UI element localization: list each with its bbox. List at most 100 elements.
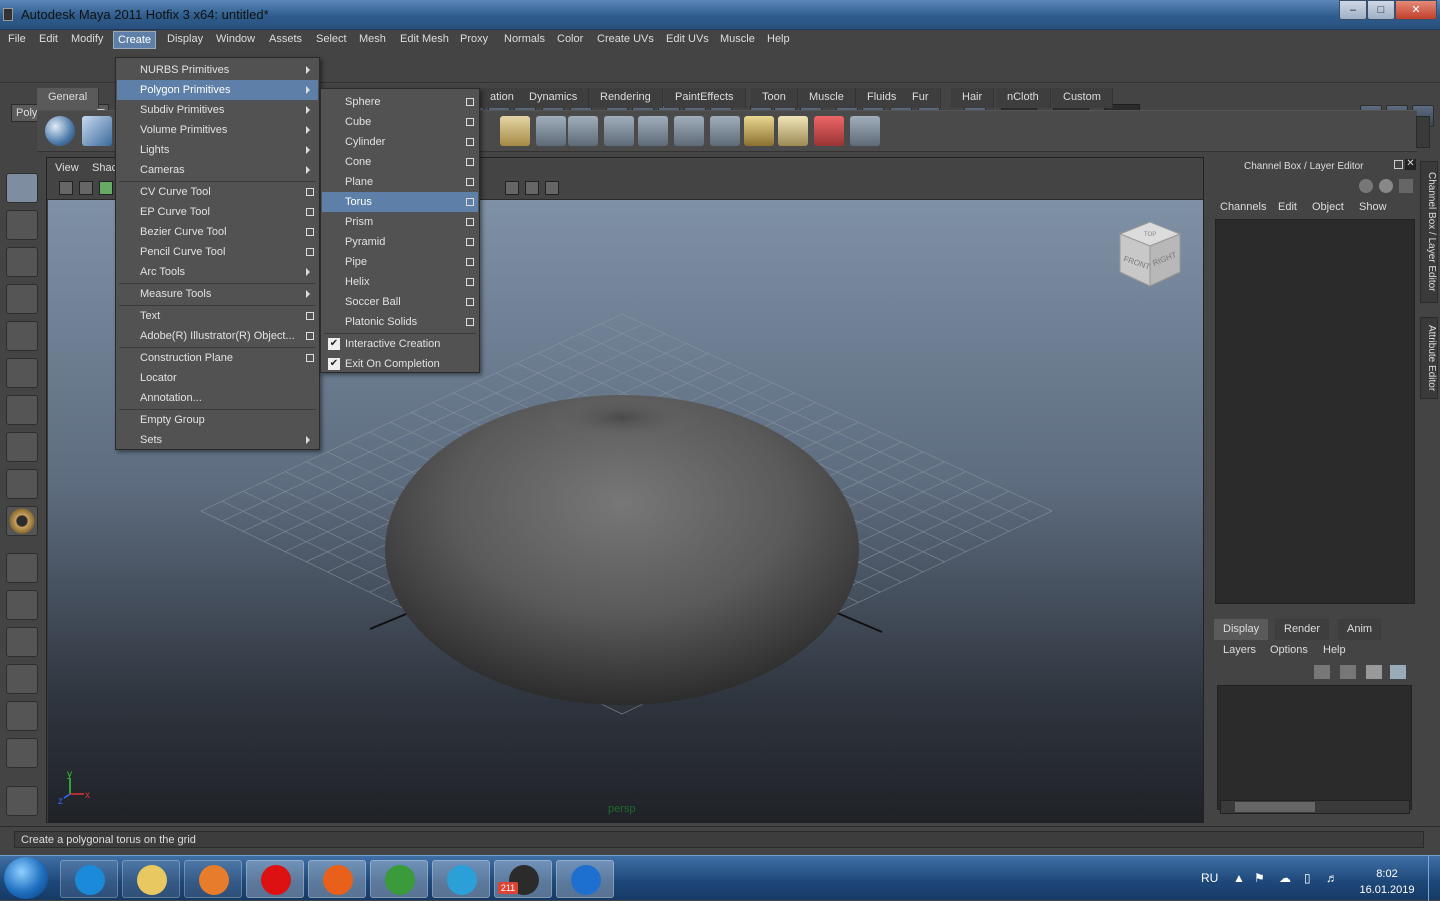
layout-graph-icon[interactable] [6, 664, 38, 694]
cone-shelf-icon[interactable] [814, 116, 844, 146]
bookmark-icon[interactable] [79, 181, 93, 195]
layer-menu-help[interactable]: Help [1323, 644, 1346, 656]
taskbar-browser-button[interactable] [556, 860, 614, 898]
option-box-icon[interactable] [466, 138, 474, 146]
paint-effects-icon[interactable] [6, 786, 38, 816]
scrollbar-thumb[interactable] [1235, 802, 1315, 812]
shelf-tab-painteffects[interactable]: PaintEffects [664, 88, 746, 108]
image-plane-icon[interactable] [99, 181, 113, 195]
menu-item-prism[interactable]: Prism [322, 212, 478, 232]
delete-edge-shelf-icon[interactable] [568, 116, 598, 146]
side-tab-channel-box[interactable]: Channel Box / Layer Editor [1420, 161, 1438, 303]
layout-hypergraph-icon[interactable] [6, 701, 38, 731]
menu-edit[interactable]: Edit [39, 33, 58, 45]
system-clock[interactable]: 8:02 16.01.2019 [1356, 866, 1418, 898]
mirror-shelf-icon[interactable] [850, 116, 880, 146]
option-box-icon[interactable] [466, 298, 474, 306]
channel-list[interactable] [1215, 219, 1415, 604]
start-button[interactable] [4, 857, 48, 899]
menu-item-nurbs-primitives[interactable]: NURBS Primitives [117, 60, 318, 80]
combine-shelf-icon[interactable] [674, 116, 704, 146]
layer-tab-render[interactable]: Render [1275, 619, 1330, 640]
checkbox-checked-icon[interactable]: ✔ [328, 338, 340, 350]
menu-item-text[interactable]: Text [117, 306, 318, 326]
panel-menu-shading[interactable]: Shac [92, 162, 117, 174]
layer-menu-options[interactable]: Options [1270, 644, 1308, 656]
layout-four-icon[interactable] [6, 590, 38, 620]
smooth-shelf-icon[interactable] [744, 116, 774, 146]
shelf-tab-custom[interactable]: Custom [1052, 88, 1113, 108]
menu-item-measure-tools[interactable]: Measure Tools [117, 284, 318, 304]
action-center-flag-icon[interactable]: ⚑ [1254, 871, 1265, 885]
split-polygon-shelf-icon[interactable] [638, 116, 668, 146]
menu-normals[interactable]: Normals [504, 33, 545, 45]
layer-move-up-icon[interactable] [1314, 665, 1330, 679]
menu-edit-mesh[interactable]: Edit Mesh [400, 33, 449, 45]
menu-create[interactable]: Create [113, 31, 157, 49]
menu-display[interactable]: Display [167, 33, 203, 45]
menu-item-arc-tools[interactable]: Arc Tools [117, 262, 318, 282]
shelf-tab-muscle[interactable]: Muscle [798, 88, 856, 108]
network-icon[interactable]: ☁ [1279, 871, 1291, 885]
menu-assets[interactable]: Assets [269, 33, 302, 45]
checkbox-checked-icon[interactable]: ✔ [328, 358, 340, 370]
menu-mesh[interactable]: Mesh [359, 33, 386, 45]
menu-item-pencil-curve-tool[interactable]: Pencil Curve Tool [117, 242, 318, 262]
channel-speed-icon[interactable] [1379, 179, 1393, 193]
menu-color[interactable]: Color [557, 33, 583, 45]
menu-item-pipe[interactable]: Pipe [322, 252, 478, 272]
menu-item-polygon-primitives[interactable]: Polygon Primitives [117, 80, 318, 100]
menu-item-locator[interactable]: Locator [117, 368, 318, 388]
share-icon[interactable] [545, 181, 559, 195]
close-panel-icon[interactable]: ✕ [1405, 159, 1416, 170]
panel-menu-view[interactable]: View [55, 162, 79, 174]
shelf-tab-toon[interactable]: Toon [751, 88, 798, 108]
menu-item-cv-curve-tool[interactable]: CV Curve Tool [117, 182, 318, 202]
option-box-icon[interactable] [466, 98, 474, 106]
view-cube[interactable]: TOP FRONT RIGHT [1110, 216, 1190, 296]
volume-icon[interactable]: ♬ [1326, 871, 1338, 885]
menu-item-volume-primitives[interactable]: Volume Primitives [117, 120, 318, 140]
layer-tab-display[interactable]: Display [1214, 619, 1269, 640]
taskbar-explorer-button[interactable] [122, 860, 180, 898]
channel-key-icon[interactable] [1399, 179, 1413, 193]
tray-arrow-icon[interactable]: ▲ [1233, 871, 1245, 885]
soft-mod-tool-icon[interactable] [6, 432, 38, 462]
shelf-tab-hair[interactable]: Hair [951, 88, 995, 108]
taskbar-chrome-button[interactable] [370, 860, 428, 898]
menu-item-cylinder[interactable]: Cylinder [322, 132, 478, 152]
menu-item-helix[interactable]: Helix [322, 272, 478, 292]
option-box-icon[interactable] [466, 318, 474, 326]
torus-tool-icon[interactable] [6, 506, 38, 536]
menu-item-lights[interactable]: Lights [117, 140, 318, 160]
isolate-icon[interactable] [525, 181, 539, 195]
manipulator-tool-icon[interactable] [6, 395, 38, 425]
menu-item-adobe-r-illustrator-r-object[interactable]: Adobe(R) Illustrator(R) Object... [117, 326, 318, 346]
menu-select[interactable]: Select [316, 33, 347, 45]
shelf-tab-general[interactable]: General [37, 88, 100, 108]
channel-display-icon[interactable] [1359, 179, 1373, 193]
last-tool-icon[interactable] [6, 469, 38, 499]
channel-menu-show[interactable]: Show [1359, 201, 1387, 213]
channel-menu-object[interactable]: Object [1312, 201, 1344, 213]
option-box-icon[interactable] [466, 118, 474, 126]
layer-list[interactable] [1217, 685, 1412, 810]
layer-scrollbar[interactable] [1220, 800, 1410, 814]
menu-muscle[interactable]: Muscle [720, 33, 755, 45]
separate-shelf-icon[interactable] [710, 116, 740, 146]
shelf-tab-fur[interactable]: Fur [901, 88, 941, 108]
new-layer-selected-icon[interactable] [1390, 665, 1406, 679]
taskbar-opera-button[interactable] [246, 860, 304, 898]
option-box-icon[interactable] [306, 332, 314, 340]
menu-item-sphere[interactable]: Sphere [322, 92, 478, 112]
menu-item-soccer-ball[interactable]: Soccer Ball [322, 292, 478, 312]
polygon-plane-shelf-icon[interactable] [536, 116, 566, 146]
language-indicator[interactable]: RU [1201, 871, 1218, 885]
menu-create-uvs[interactable]: Create UVs [597, 33, 654, 45]
option-box-icon[interactable] [466, 278, 474, 286]
menu-window[interactable]: Window [216, 33, 255, 45]
menu-item-exit-on-completion[interactable]: Exit On Completion ✔ [322, 354, 478, 374]
menu-item-cube[interactable]: Cube [322, 112, 478, 132]
taskbar-ie-button[interactable] [60, 860, 118, 898]
option-box-icon[interactable] [306, 208, 314, 216]
